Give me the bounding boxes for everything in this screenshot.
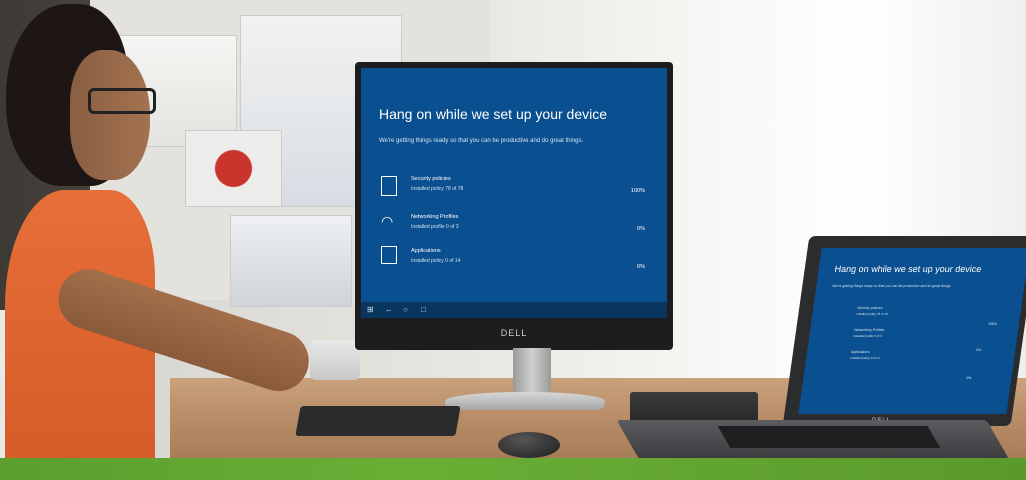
green-footer-strip <box>0 458 1026 480</box>
back-icon: ← <box>385 305 393 314</box>
laptop-setup-subtitle: We're getting things ready so that you c… <box>832 284 952 288</box>
airplane-photo-3 <box>230 215 352 307</box>
setup-subtitle: We're getting things ready so that you c… <box>379 138 584 144</box>
laptop-item-network-status: Installed profile 0 of 3 <box>853 334 883 338</box>
person-face <box>70 50 150 180</box>
pen-holder <box>310 340 360 380</box>
taskview-icon: □ <box>421 305 426 314</box>
laptop-item-network-percent: 0% <box>975 348 982 352</box>
document-icon <box>381 176 397 196</box>
taskbar: ⊞ ← ○ □ <box>361 302 667 318</box>
item-apps-status: Installed policy 0 of 14 <box>411 258 461 264</box>
desktop-monitor: Hang on while we set up your device We'r… <box>355 62 673 350</box>
laptop-item-network-title: Networking Profiles <box>853 328 885 332</box>
keyboard <box>295 406 461 436</box>
laptop-screen: Hang on while we set up your device We'r… <box>798 248 1026 414</box>
setup-title: Hang on while we set up your device <box>379 106 608 122</box>
wifi-icon: ◠ <box>381 213 394 229</box>
laptop-item-security-title: Security policies <box>856 306 883 310</box>
item-apps-title: Applications <box>411 248 441 254</box>
monitor-stand-base <box>445 392 605 410</box>
office-scene: Hang on while we set up your device We'r… <box>0 0 1026 480</box>
laptop-item-security-status: Installed policy 78 of 78 <box>856 312 889 316</box>
laptop-item-apps-title: Applications <box>850 350 871 354</box>
laptop-setup-title: Hang on while we set up your device <box>834 264 983 274</box>
item-network-title: Networking Profiles <box>411 214 459 220</box>
laptop-item-apps-status: Installed policy 0 of 14 <box>849 356 881 360</box>
start-icon: ⊞ <box>367 305 374 314</box>
monitor-stand-neck <box>513 348 551 398</box>
monitor-brand-logo: DELL <box>500 328 528 338</box>
tablet-icon <box>381 246 397 264</box>
laptop-item-security-percent: 100% <box>987 322 998 326</box>
item-network-status: Installed profile 0 of 3 <box>411 224 459 230</box>
item-security-percent: 100% <box>630 188 645 194</box>
mouse <box>498 432 560 458</box>
item-security-status: Installed policy 78 of 78 <box>411 186 464 192</box>
engine-photo <box>185 130 282 207</box>
monitor-screen: Hang on while we set up your device We'r… <box>361 68 667 318</box>
laptop-item-apps-percent: 0% <box>966 376 972 380</box>
item-security-title: Security policies <box>411 176 451 182</box>
item-network-percent: 0% <box>637 226 645 232</box>
item-apps-percent: 0% <box>637 264 645 270</box>
laptop-keyboard <box>717 426 941 448</box>
eyeglasses <box>88 88 156 114</box>
search-icon: ○ <box>403 305 408 314</box>
